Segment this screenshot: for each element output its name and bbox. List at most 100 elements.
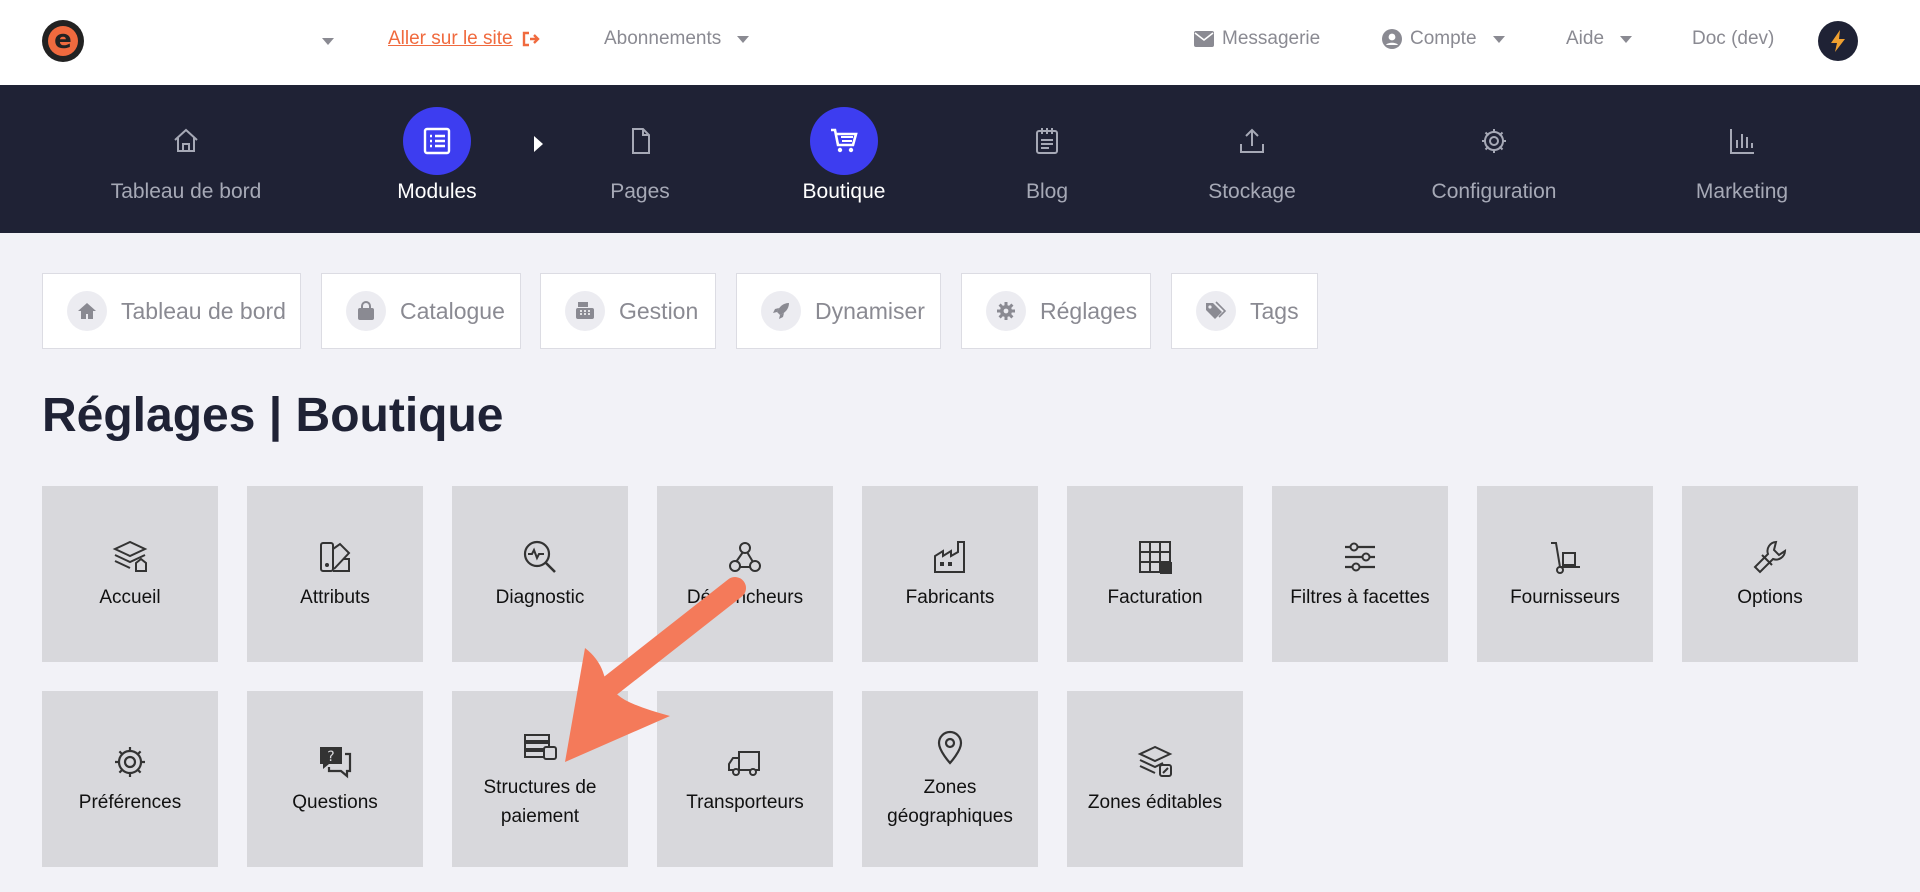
subtab-label: Gestion [619,297,699,324]
tile-preferences[interactable]: Préférences [42,691,218,867]
list-icon [403,107,471,175]
rocket-icon [761,291,801,331]
doc-link[interactable]: Doc (dev) [1692,28,1774,50]
subscriptions-menu[interactable]: Abonnements [604,28,750,50]
nav-item-storage[interactable]: Stockage [1142,85,1362,233]
subtab-catalogue[interactable]: Catalogue [321,273,521,349]
nav-item-shop[interactable]: Boutique [734,85,954,233]
account-label: Compte [1410,28,1477,49]
tile-label: Transporteurs [686,791,804,813]
logo-letter: e [48,26,78,56]
nav-label: Modules [397,180,477,203]
upload-icon [1218,107,1286,175]
bar-chart-icon [1708,107,1776,175]
tile-questions[interactable]: ? Questions [247,691,423,867]
svg-text:?: ? [327,749,334,765]
subtab-tags[interactable]: Tags [1171,273,1318,349]
gear-icon [110,742,150,782]
sliders-icon [1340,537,1380,577]
external-exit-icon [522,31,540,47]
nav-label: Boutique [802,180,886,203]
lightning-button[interactable] [1818,21,1858,61]
register-icon [565,291,605,331]
chevron-down-icon [1620,35,1633,43]
swatch-icon [315,537,355,577]
tile-label: Fournisseurs [1510,586,1620,608]
envelope-icon [1194,31,1214,47]
tile-label: Zones éditables [1087,791,1223,813]
subtab-management[interactable]: Gestion [540,273,716,349]
chevron-down-icon [737,35,750,43]
tile-structures-paiement[interactable]: Structures de paiement [452,691,628,867]
home-icon [67,291,107,331]
tile-attributs[interactable]: Attributs [247,486,423,662]
tile-label: Déclencheurs [686,586,804,608]
help-menu[interactable]: Aide [1566,28,1633,50]
help-label: Aide [1566,28,1605,49]
tile-label: Diagnostic [495,586,585,608]
page-title: Réglages | Boutique [42,389,504,442]
account-menu[interactable]: Compte [1382,28,1505,50]
tile-zones-geographiques[interactable]: Zones géographiques [862,691,1038,867]
nav-label: Marketing [1695,180,1789,203]
tags-icon [1196,291,1236,331]
dolly-icon [1545,537,1585,577]
gear-icon [986,291,1026,331]
wrench-icon [1750,537,1790,577]
subtab-label: Tableau de bord [121,297,286,324]
subtab-label: Réglages [1040,297,1138,324]
nav-item-configuration[interactable]: Configuration [1384,85,1604,233]
doc-label: Doc (dev) [1692,28,1775,49]
site-link[interactable]: Aller sur le site [388,28,541,50]
cash-stack-icon [520,727,560,767]
tile-filtres-facettes[interactable]: Filtres à facettes [1272,486,1448,662]
chevron-down-icon [1492,35,1505,43]
tile-diagnostic[interactable]: Diagnostic [452,486,628,662]
tile-accueil[interactable]: Accueil [42,486,218,662]
tile-fabricants[interactable]: Fabricants [862,486,1038,662]
nav-item-blog[interactable]: Blog [937,85,1157,233]
nav-item-modules[interactable]: Modules [327,85,547,233]
file-icon [606,107,674,175]
tile-fournisseurs[interactable]: Fournisseurs [1477,486,1653,662]
tile-declencheurs[interactable]: Déclencheurs [657,486,833,662]
question-chat-icon: ? [315,742,355,782]
home-icon [152,107,220,175]
messages-link[interactable]: Messagerie [1194,28,1320,50]
tile-label: Fabricants [905,586,995,608]
top-bar: e Aller sur le site Abonnements Messager… [0,0,1920,85]
tile-label: Accueil [99,586,161,608]
nav-item-marketing[interactable]: Marketing [1632,85,1852,233]
tile-options[interactable]: Options [1682,486,1858,662]
search-pulse-icon [520,537,560,577]
tile-facturation[interactable]: Facturation [1067,486,1243,662]
subtab-dashboard[interactable]: Tableau de bord [42,273,301,349]
subtab-boost[interactable]: Dynamiser [736,273,941,349]
subtab-settings[interactable]: Réglages [961,273,1151,349]
tile-zones-editables[interactable]: Zones éditables [1067,691,1243,867]
chevron-down-icon[interactable] [322,38,334,45]
tile-label: Préférences [78,791,182,813]
gear-icon [1460,107,1528,175]
nav-label: Pages [610,180,670,203]
user-circle-icon [1382,29,1402,49]
tile-transporteurs[interactable]: Transporteurs [657,691,833,867]
site-link-label: Aller sur le site [388,28,513,49]
nav-item-pages[interactable]: Pages [530,85,750,233]
layers-edit-icon [1135,742,1175,782]
subtab-label: Catalogue [400,297,505,324]
nav-item-dashboard[interactable]: Tableau de bord [76,85,296,233]
nav-label: Blog [1025,180,1069,203]
tile-label: Zones géographiques [887,777,1013,827]
tile-label: Attributs [300,586,370,608]
logo[interactable]: e [42,20,84,62]
factory-icon [930,537,970,577]
nav-label: Configuration [1431,180,1557,203]
layers-home-icon [110,537,150,577]
subtab-label: Tags [1250,297,1299,324]
bag-icon [346,291,386,331]
cart-icon [810,107,878,175]
tile-label: Questions [292,791,378,813]
subscriptions-label: Abonnements [604,28,722,49]
nav-label: Stockage [1208,180,1296,203]
